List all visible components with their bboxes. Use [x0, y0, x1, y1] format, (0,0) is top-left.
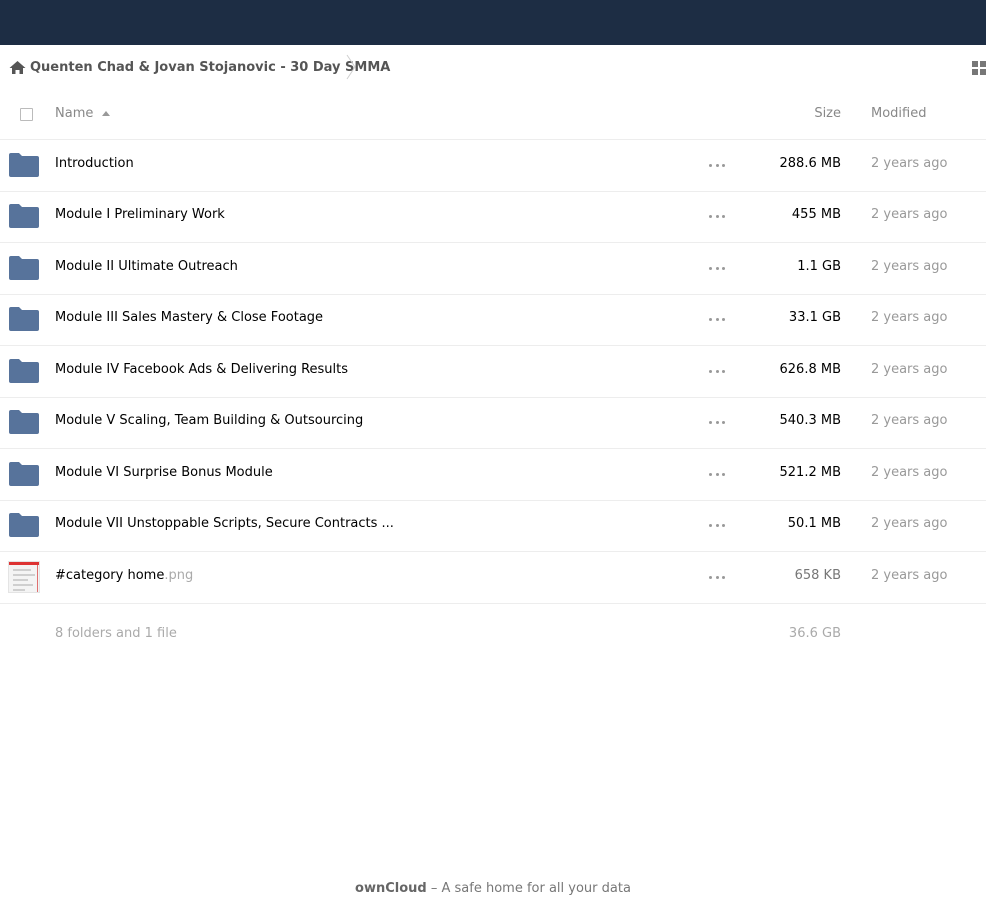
- file-actions-menu[interactable]: [709, 572, 725, 582]
- file-row[interactable]: Module VII Unstoppable Scripts, Secure C…: [0, 500, 986, 552]
- file-modified: 2 years ago: [871, 207, 948, 222]
- file-size: 50.1 MB: [787, 516, 841, 531]
- breadcrumb-separator: [345, 45, 359, 89]
- image-thumbnail: [8, 561, 40, 593]
- folder-icon: [9, 359, 39, 383]
- file-size: 521.2 MB: [779, 465, 841, 480]
- file-row[interactable]: #category home.png 658 KB 2 years ago: [0, 552, 986, 604]
- select-all-checkbox[interactable]: [20, 108, 33, 121]
- file-size: 288.6 MB: [779, 156, 841, 171]
- chevron-right-icon: [346, 54, 356, 80]
- folder-icon: [9, 462, 39, 486]
- folder-icon: [9, 410, 39, 434]
- file-modified: 2 years ago: [871, 568, 948, 583]
- file-modified: 2 years ago: [871, 362, 948, 377]
- file-row[interactable]: Module II Ultimate Outreach 1.1 GB 2 yea…: [0, 243, 986, 295]
- grid-icon: [972, 61, 986, 75]
- file-summary: 8 folders and 1 file 36.6 GB: [0, 604, 986, 664]
- file-name[interactable]: Module VI Surprise Bonus Module: [55, 465, 273, 480]
- file-size: 540.3 MB: [779, 413, 841, 428]
- footer: ownCloud – A safe home for all your data: [0, 881, 986, 896]
- home-icon: [9, 60, 26, 74]
- controls-bar: Quenten Chad & Jovan Stojanovic - 30 Day…: [0, 45, 986, 89]
- file-modified: 2 years ago: [871, 310, 948, 325]
- file-name[interactable]: Module V Scaling, Team Building & Outsou…: [55, 413, 363, 428]
- summary-total-size: 36.6 GB: [788, 626, 841, 641]
- file-name[interactable]: #category home.png: [55, 568, 193, 583]
- sort-by-modified[interactable]: Modified: [871, 106, 926, 121]
- file-actions-menu[interactable]: [709, 160, 725, 170]
- folder-icon: [9, 307, 39, 331]
- file-actions-menu[interactable]: [709, 211, 725, 221]
- footer-tagline: – A safe home for all your data: [426, 881, 631, 896]
- top-bar: [0, 0, 986, 45]
- file-actions-menu[interactable]: [709, 366, 725, 376]
- folder-icon: [9, 256, 39, 280]
- sort-by-size[interactable]: Size: [814, 106, 841, 121]
- file-name[interactable]: Introduction: [55, 156, 134, 171]
- file-modified: 2 years ago: [871, 465, 948, 480]
- file-actions-menu[interactable]: [709, 417, 725, 427]
- folder-icon: [9, 153, 39, 177]
- file-size: 455 MB: [791, 207, 841, 222]
- file-size: 33.1 GB: [788, 310, 841, 325]
- file-actions-menu[interactable]: [709, 263, 725, 273]
- file-name[interactable]: Module VII Unstoppable Scripts, Secure C…: [55, 516, 394, 531]
- breadcrumb-home[interactable]: [9, 45, 27, 89]
- file-row[interactable]: Module IV Facebook Ads & Delivering Resu…: [0, 346, 986, 398]
- file-actions-menu[interactable]: [709, 314, 725, 324]
- file-modified: 2 years ago: [871, 259, 948, 274]
- file-row[interactable]: Module I Preliminary Work 455 MB 2 years…: [0, 191, 986, 243]
- file-name[interactable]: Module IV Facebook Ads & Delivering Resu…: [55, 362, 348, 377]
- file-size: 626.8 MB: [779, 362, 841, 377]
- file-name[interactable]: Module I Preliminary Work: [55, 207, 225, 222]
- file-actions-menu[interactable]: [709, 520, 725, 530]
- name-column-label: Name: [55, 106, 94, 121]
- file-modified: 2 years ago: [871, 413, 948, 428]
- summary-count: 8 folders and 1 file: [55, 626, 177, 641]
- breadcrumb-folder[interactable]: Quenten Chad & Jovan Stojanovic - 30 Day…: [30, 45, 390, 89]
- file-size: 1.1 GB: [797, 259, 841, 274]
- file-row[interactable]: Introduction 288.6 MB 2 years ago: [0, 140, 986, 192]
- folder-icon: [9, 204, 39, 228]
- file-actions-menu[interactable]: [709, 469, 725, 479]
- file-modified: 2 years ago: [871, 156, 948, 171]
- file-list-header: Name Size Modified: [0, 89, 986, 140]
- footer-brand[interactable]: ownCloud: [355, 881, 427, 896]
- file-row[interactable]: Module VI Surprise Bonus Module 521.2 MB…: [0, 449, 986, 501]
- grid-view-toggle[interactable]: [972, 60, 986, 75]
- sort-by-name[interactable]: Name: [55, 106, 111, 121]
- sort-ascending-icon: [102, 111, 111, 116]
- file-row[interactable]: Module V Scaling, Team Building & Outsou…: [0, 397, 986, 449]
- file-size: 658 KB: [794, 568, 841, 583]
- file-modified: 2 years ago: [871, 516, 948, 531]
- file-name[interactable]: Module III Sales Mastery & Close Footage: [55, 310, 323, 325]
- folder-icon: [9, 513, 39, 537]
- file-name[interactable]: Module II Ultimate Outreach: [55, 259, 238, 274]
- file-row[interactable]: Module III Sales Mastery & Close Footage…: [0, 294, 986, 346]
